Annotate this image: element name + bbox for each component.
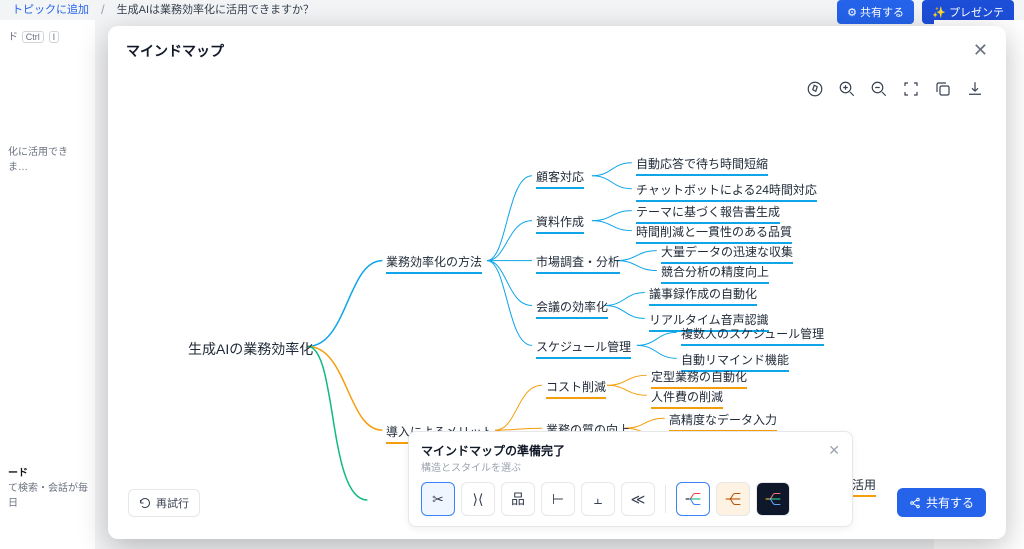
kbd-i: I (49, 31, 60, 43)
mm-branch-methods[interactable]: 業務効率化の方法 (386, 251, 482, 274)
mm-leaf[interactable]: 議事録作成の自動化 (649, 283, 757, 306)
mm-leaf[interactable]: チャットボットによる24時間対応 (636, 179, 817, 202)
mm-node[interactable]: コスト削減 (546, 376, 606, 399)
layout-tree-icon[interactable]: 品 (501, 482, 535, 516)
kbd-ctrl: Ctrl (22, 31, 44, 43)
mm-leaf[interactable]: 人件費の削減 (651, 386, 723, 409)
mm-node[interactable]: 顧客対応 (536, 166, 584, 189)
mm-leaf[interactable]: 競合分析の精度向上 (661, 261, 769, 284)
style-warm[interactable] (716, 482, 750, 516)
panel-subtitle: 構造とスタイルを選ぶ (421, 459, 565, 474)
style-dark[interactable] (756, 482, 790, 516)
panel-title: マインドマップの準備完了 (421, 442, 565, 459)
share-button[interactable]: 共有する (897, 488, 986, 517)
mm-leaf[interactable]: 自動応答で待ち時間短縮 (636, 153, 768, 176)
breadcrumb: 生成AIは業務効率化に活用できますか？ (117, 1, 314, 17)
modal-title: マインドマップ (126, 41, 224, 61)
layout-right-icon[interactable]: ⊢ (541, 482, 575, 516)
bg-share-button[interactable]: ⚙ 共有する (837, 0, 914, 24)
topic-link[interactable]: トピックに追加 (12, 1, 89, 17)
layout-org-icon[interactable]: ⫠ (581, 482, 615, 516)
layout-scissors-icon[interactable]: ✂ (421, 482, 455, 516)
mm-node[interactable]: 資料作成 (536, 211, 584, 234)
mm-node[interactable]: 会議の効率化 (536, 296, 608, 319)
layout-fishbone-icon[interactable]: ≪ (621, 482, 655, 516)
close-icon[interactable]: ✕ (973, 40, 988, 61)
panel-close-icon[interactable]: ✕ (828, 442, 840, 459)
mm-node[interactable]: 市場調査・分析 (536, 251, 620, 274)
mm-node[interactable]: スケジュール管理 (536, 336, 631, 359)
mindmap-modal: マインドマップ ✕ (108, 26, 1006, 539)
style-panel: マインドマップの準備完了 構造とスタイルを選ぶ ✕ ✂ ⟩⟨ 品 ⊢ ⫠ ≪ (408, 431, 853, 527)
layout-split-icon[interactable]: ⟩⟨ (461, 482, 495, 516)
retry-button[interactable]: 再試行 (128, 489, 200, 517)
mm-root[interactable]: 生成AIの業務効率化 (188, 337, 313, 361)
mm-leaf[interactable]: 複数人のスケジュール管理 (681, 323, 824, 346)
style-light[interactable] (676, 482, 710, 516)
